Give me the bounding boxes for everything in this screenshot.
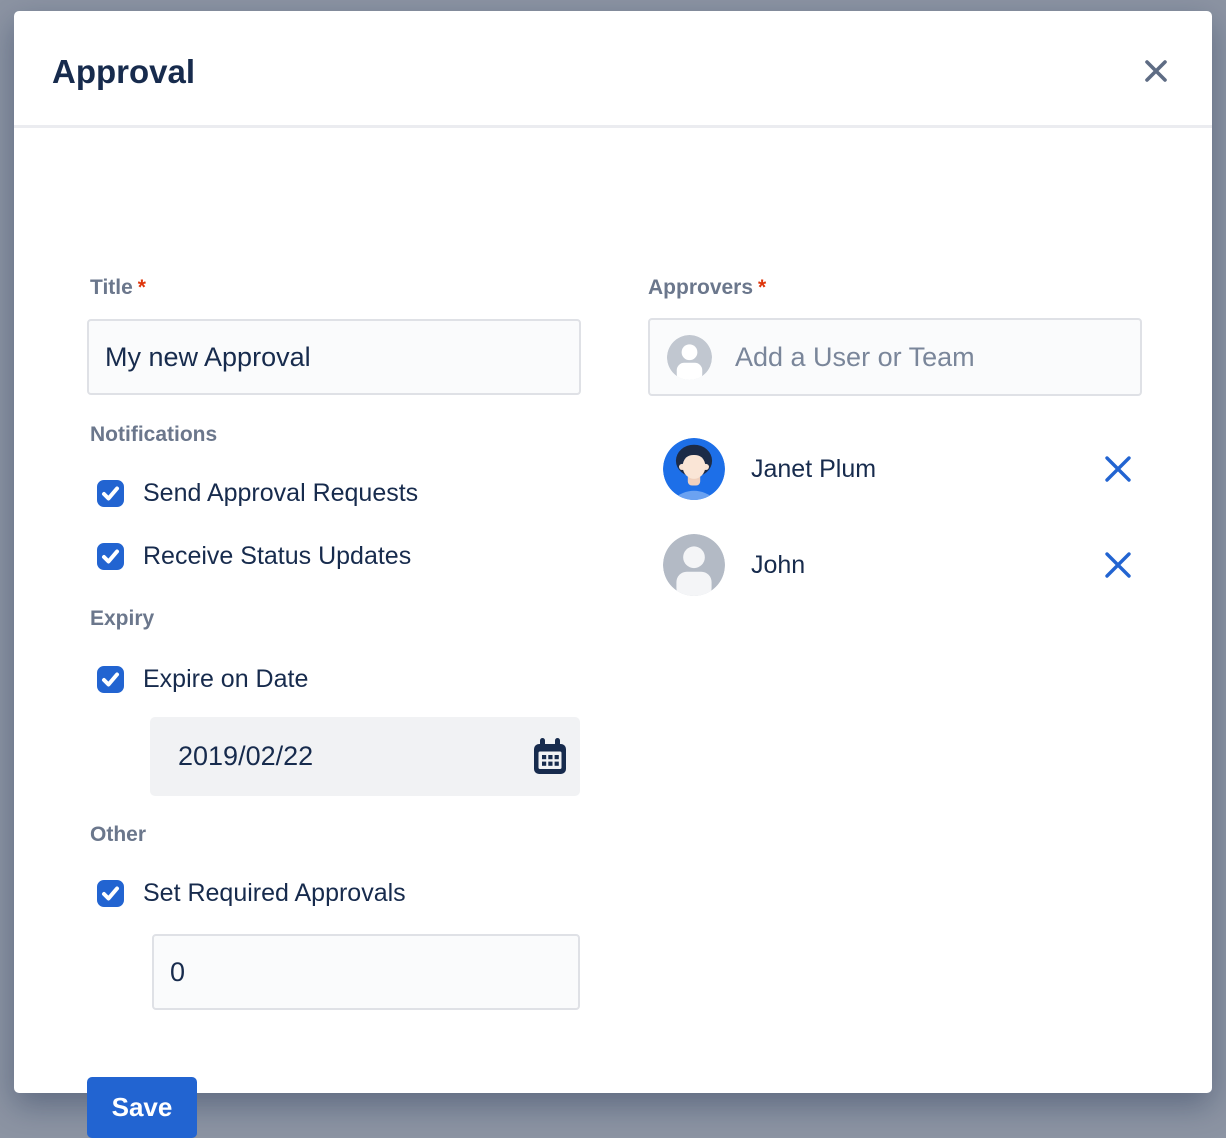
set-required-approvals-row: Set Required Approvals — [97, 879, 406, 907]
calendar-icon — [532, 737, 568, 777]
required-approvals-input[interactable] — [152, 934, 580, 1010]
receive-status-updates-checkbox[interactable] — [97, 543, 124, 570]
required-asterisk: * — [758, 276, 766, 299]
expire-on-date-checkbox[interactable] — [97, 666, 124, 693]
remove-x-icon — [1103, 454, 1133, 484]
set-required-approvals-label: Set Required Approvals — [143, 879, 406, 908]
receive-status-updates-label: Receive Status Updates — [143, 542, 411, 571]
expire-on-date-label: Expire on Date — [143, 665, 308, 694]
woman-avatar — [663, 438, 725, 500]
expiry-date-value: 2019/02/22 — [178, 741, 532, 772]
receive-status-updates-row: Receive Status Updates — [97, 542, 411, 570]
expiry-heading: Expiry — [90, 607, 154, 631]
expire-on-date-row: Expire on Date — [97, 665, 308, 693]
set-required-approvals-checkbox[interactable] — [97, 880, 124, 907]
send-approval-requests-checkbox[interactable] — [97, 480, 124, 507]
approver-row-janet: Janet Plum — [663, 438, 1142, 500]
close-icon — [1142, 57, 1170, 85]
approver-row-john: John — [663, 534, 1142, 596]
checkmark-icon — [97, 480, 124, 507]
approval-dialog: Approval Title* Notifications Send Appro… — [14, 11, 1212, 1093]
remove-approver-button[interactable] — [1103, 454, 1133, 484]
other-heading: Other — [90, 823, 146, 847]
expiry-date-field[interactable]: 2019/02/22 — [150, 717, 580, 796]
approver-name: Janet Plum — [751, 455, 1103, 484]
approver-name: John — [751, 551, 1103, 580]
title-field-label: Title* — [90, 276, 146, 300]
person-avatar-icon — [667, 335, 712, 380]
person-avatar — [663, 534, 725, 596]
checkmark-icon — [97, 666, 124, 693]
calendar-button[interactable] — [532, 737, 568, 777]
remove-x-icon — [1103, 550, 1133, 580]
approvers-label-text: Approvers — [648, 276, 753, 299]
send-approval-requests-row: Send Approval Requests — [97, 479, 418, 507]
dialog-title: Approval — [52, 53, 195, 91]
close-button[interactable] — [1138, 53, 1174, 89]
remove-approver-button[interactable] — [1103, 550, 1133, 580]
checkmark-icon — [97, 543, 124, 570]
add-approver-input[interactable] — [735, 342, 1140, 373]
required-asterisk: * — [138, 276, 146, 299]
approvers-field-label: Approvers* — [648, 276, 766, 300]
approver-picker — [648, 318, 1142, 396]
checkmark-icon — [97, 880, 124, 907]
send-approval-requests-label: Send Approval Requests — [143, 479, 418, 508]
notifications-heading: Notifications — [90, 423, 217, 447]
dialog-header: Approval — [14, 11, 1212, 128]
title-input[interactable] — [87, 319, 581, 395]
title-label-text: Title — [90, 276, 133, 299]
